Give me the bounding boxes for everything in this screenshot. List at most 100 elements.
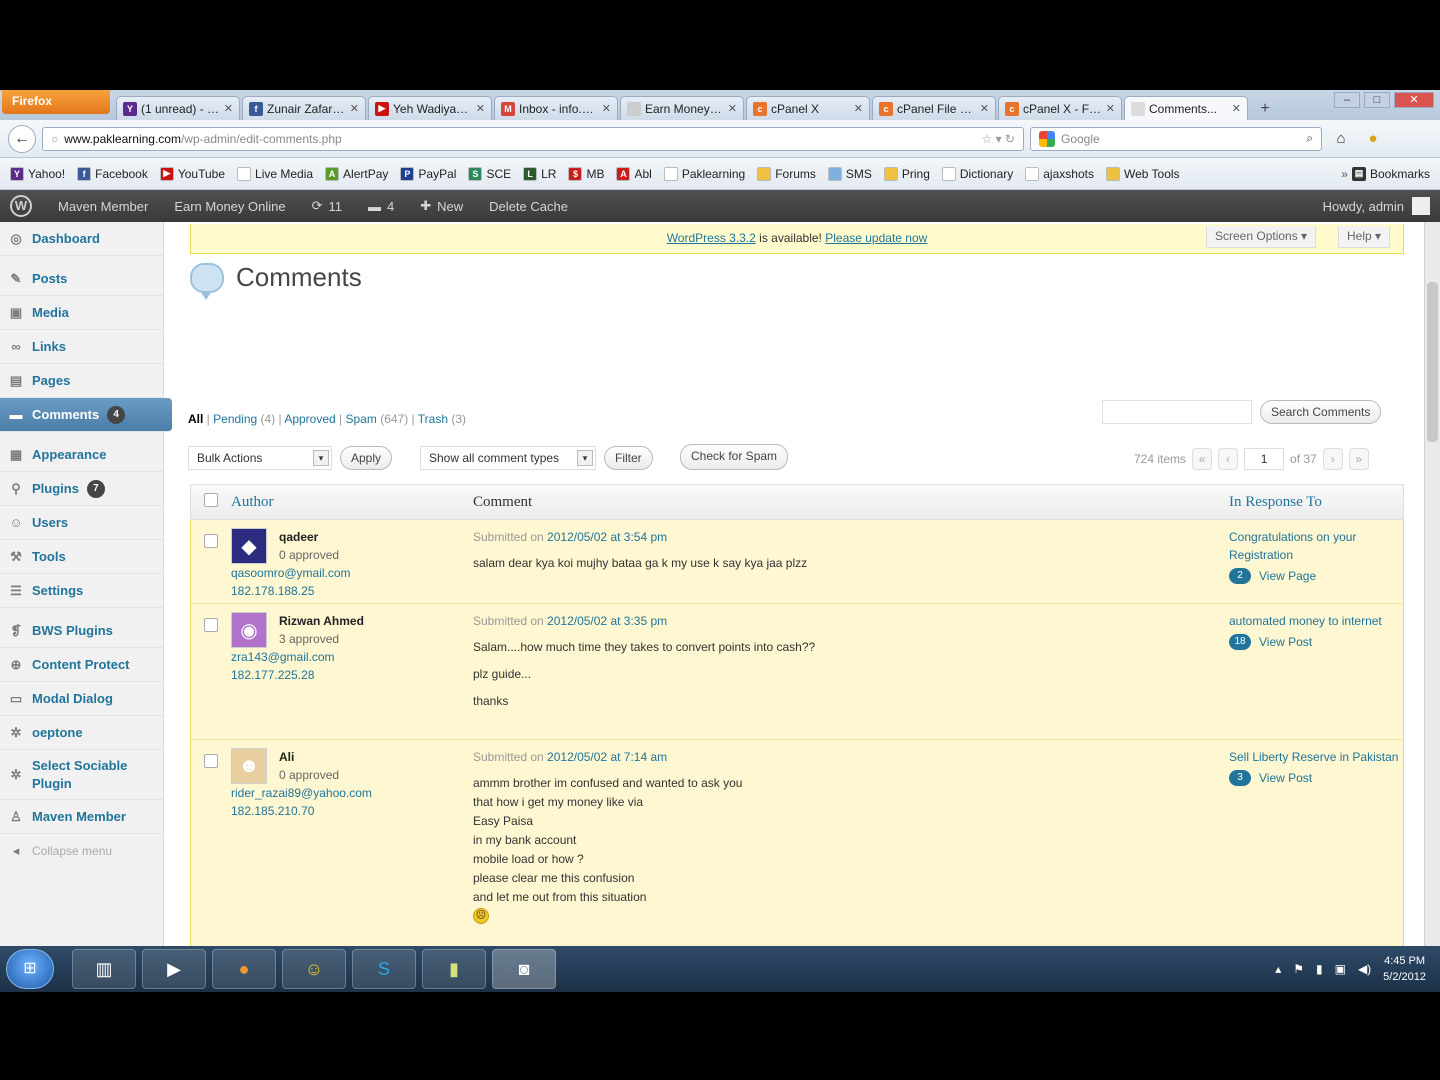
- sidebar-item-dashboard[interactable]: ◎ Dashboard: [0, 222, 163, 256]
- bookmarks-menu[interactable]: » ▤ Bookmarks: [1341, 166, 1430, 181]
- prev-page-button[interactable]: ‹: [1218, 448, 1239, 470]
- system-clock[interactable]: 4:45 PM 5/2/2012: [1383, 953, 1426, 985]
- sidebar-item-comments[interactable]: ▬ Comments 4: [0, 398, 172, 432]
- bookmark-forums[interactable]: Forums: [757, 166, 816, 181]
- filter-trash[interactable]: Trash (3): [418, 412, 466, 426]
- power-icon[interactable]: ▮: [1316, 962, 1323, 976]
- browser-tab[interactable]: Y (1 unread) - s... ✕: [116, 96, 240, 120]
- response-column-header[interactable]: In Response To: [1229, 494, 1322, 511]
- sticky-notes-taskbar-icon[interactable]: ▮: [422, 949, 486, 989]
- filter-all[interactable]: All: [188, 412, 203, 426]
- admin-bar-cache[interactable]: Delete Cache: [489, 199, 568, 214]
- close-tab-icon[interactable]: ✕: [224, 102, 233, 115]
- filter-pending[interactable]: Pending (4): [213, 412, 275, 426]
- response-post-link[interactable]: automated money to internet: [1229, 612, 1403, 630]
- response-view-link[interactable]: 3 View Post: [1229, 768, 1403, 788]
- browser-tab[interactable]: c cPanel X ✕: [746, 96, 870, 120]
- admin-bar-site[interactable]: Maven Member: [58, 199, 148, 214]
- bookmark-dictionary[interactable]: Dictionary: [941, 166, 1013, 181]
- bookmark-abl[interactable]: A Abl: [616, 166, 652, 181]
- comment-type-select[interactable]: Show all comment types ▾: [420, 446, 596, 470]
- sidebar-item-posts[interactable]: ✎ Posts: [0, 262, 163, 296]
- sidebar-item-maven-member[interactable]: ♙ Maven Member: [0, 800, 163, 834]
- home-icon[interactable]: ⌂: [1328, 127, 1354, 151]
- filter-button[interactable]: Filter: [604, 446, 653, 470]
- author-email-link[interactable]: zra143@gmail.com: [231, 648, 473, 666]
- maximize-button[interactable]: □: [1364, 92, 1390, 108]
- bookmark-live-media[interactable]: Live Media: [237, 166, 313, 181]
- filter-approved[interactable]: Approved: [284, 412, 335, 426]
- bookmark-web-tools[interactable]: Web Tools: [1105, 166, 1180, 181]
- media-player-taskbar-icon[interactable]: ▶: [142, 949, 206, 989]
- firefox-menu-button[interactable]: Firefox: [2, 90, 110, 114]
- row-checkbox[interactable]: [204, 754, 218, 768]
- close-tab-icon[interactable]: ✕: [602, 102, 611, 115]
- row-checkbox[interactable]: [204, 618, 218, 632]
- bookmark-youtube[interactable]: ▶ YouTube: [159, 166, 225, 181]
- scrollbar-thumb[interactable]: [1427, 282, 1438, 442]
- filter-spam[interactable]: Spam (647): [346, 412, 409, 426]
- admin-bar-account[interactable]: Howdy, admin: [1323, 197, 1430, 215]
- browser-tab[interactable]: Earn Money O... ✕: [620, 96, 744, 120]
- close-tab-icon[interactable]: ✕: [728, 102, 737, 115]
- wordpress-logo-icon[interactable]: W: [10, 195, 32, 217]
- skype-taskbar-icon[interactable]: S: [352, 949, 416, 989]
- url-bar[interactable]: ○ www.paklearning.com/wp-admin/edit-comm…: [42, 126, 1024, 151]
- row-checkbox[interactable]: [204, 534, 218, 548]
- minimize-button[interactable]: –: [1334, 92, 1360, 108]
- admin-bar-earn[interactable]: Earn Money Online: [174, 199, 285, 214]
- sidebar-item-select-sociable-plugin[interactable]: ✲ Select Sociable Plugin: [0, 750, 163, 800]
- network-icon[interactable]: ▣: [1335, 962, 1346, 976]
- comment-date-link[interactable]: 2012/05/02 at 3:54 pm: [547, 530, 667, 544]
- sidebar-item-media[interactable]: ▣ Media: [0, 296, 163, 330]
- first-page-button[interactable]: «: [1192, 448, 1213, 470]
- browser-tab[interactable]: c cPanel X - File... ✕: [998, 96, 1122, 120]
- author-ip-link[interactable]: 182.177.225.28: [231, 666, 473, 684]
- yahoo-messenger-taskbar-icon[interactable]: ☺: [282, 949, 346, 989]
- response-post-link[interactable]: Sell Liberty Reserve in Pakistan: [1229, 748, 1403, 766]
- flag-icon[interactable]: ⚑: [1293, 962, 1304, 976]
- comment-count-bubble[interactable]: 18: [1229, 634, 1251, 650]
- bookmark-sce[interactable]: S SCE: [468, 166, 511, 181]
- author-column-header[interactable]: Author: [231, 494, 473, 511]
- close-window-button[interactable]: ✕: [1394, 92, 1434, 108]
- admin-bar-new[interactable]: ✚ New: [420, 198, 463, 214]
- collapse-menu[interactable]: ◂ Collapse menu: [0, 834, 163, 868]
- bookmark-paypal[interactable]: P PayPal: [400, 166, 456, 181]
- comment-date-link[interactable]: 2012/05/02 at 3:35 pm: [547, 614, 667, 628]
- close-tab-icon[interactable]: ✕: [854, 102, 863, 115]
- response-post-link[interactable]: Congratulations on your Registration: [1229, 528, 1403, 564]
- comment-date-link[interactable]: 2012/05/02 at 7:14 am: [547, 750, 667, 764]
- comment-count-bubble[interactable]: 2: [1229, 568, 1251, 584]
- apply-button[interactable]: Apply: [340, 446, 393, 470]
- comment-count-bubble[interactable]: 3: [1229, 770, 1251, 786]
- response-view-link[interactable]: 2 View Page: [1229, 566, 1403, 586]
- sidebar-item-users[interactable]: ☺ Users: [0, 506, 163, 540]
- sidebar-item-pages[interactable]: ▤ Pages: [0, 364, 163, 398]
- sidebar-item-bws-plugins[interactable]: ❡ BWS Plugins: [0, 614, 163, 648]
- search-icon[interactable]: ⌕: [1306, 131, 1313, 146]
- volume-icon[interactable]: ◀): [1358, 962, 1371, 976]
- author-email-link[interactable]: qasoomro@ymail.com: [231, 564, 473, 582]
- last-page-button[interactable]: »: [1348, 448, 1369, 470]
- bookmark-ajaxshots[interactable]: ajaxshots: [1025, 166, 1094, 181]
- sidebar-item-plugins[interactable]: ⚲ Plugins 7: [0, 472, 163, 506]
- show-hidden-icons-icon[interactable]: ▴: [1275, 962, 1281, 976]
- page-scrollbar[interactable]: [1424, 222, 1440, 992]
- browser-tab[interactable]: f Zunair Zafar - ... ✕: [242, 96, 366, 120]
- bookmark-sms[interactable]: SMS: [827, 166, 872, 181]
- bookmark-paklearning[interactable]: Paklearning: [663, 166, 745, 181]
- sidebar-item-modal-dialog[interactable]: ▭ Modal Dialog: [0, 682, 163, 716]
- bookmark-mb[interactable]: $ MB: [568, 166, 604, 181]
- close-tab-icon[interactable]: ✕: [980, 102, 989, 115]
- explorer-taskbar-icon[interactable]: ▥: [72, 949, 136, 989]
- author-ip-link[interactable]: 182.178.188.25: [231, 582, 473, 600]
- admin-bar-comments[interactable]: ▬ 4: [368, 199, 394, 214]
- browser-tab[interactable]: Comments... ✕: [1124, 96, 1248, 120]
- next-page-button[interactable]: ›: [1322, 448, 1343, 470]
- browser-tab[interactable]: M Inbox - info.p... ✕: [494, 96, 618, 120]
- bookmark-alertpay[interactable]: A AlertPay: [325, 166, 388, 181]
- author-ip-link[interactable]: 182.185.210.70: [231, 802, 473, 820]
- admin-bar-updates[interactable]: ⟳ 11: [312, 198, 342, 214]
- camtasia-taskbar-icon[interactable]: ◙: [492, 949, 556, 989]
